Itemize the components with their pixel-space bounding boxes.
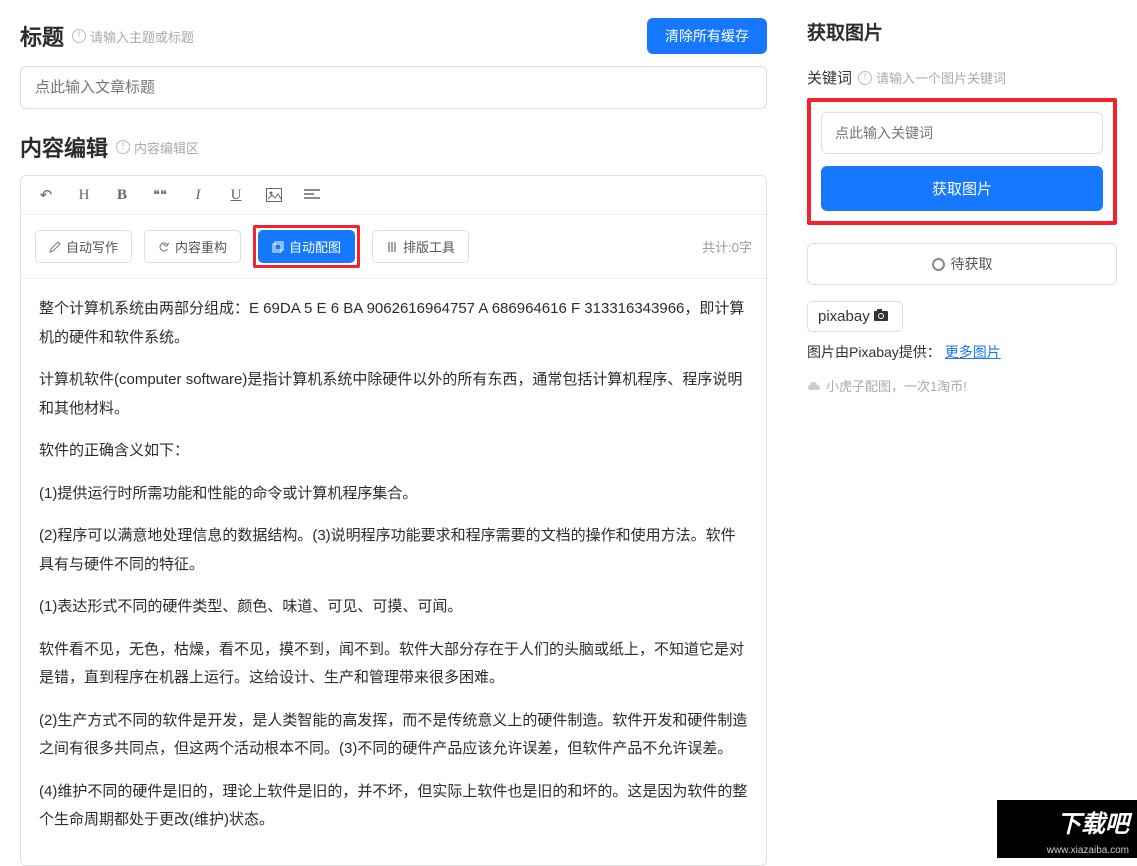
auto-image-label: 自动配图 <box>289 237 341 256</box>
align-left-icon <box>304 189 320 201</box>
content-label: 内容编辑 <box>20 131 108 163</box>
pending-button[interactable]: 待获取 <box>807 243 1117 285</box>
layout-tool-button[interactable]: 排版工具 <box>372 230 469 263</box>
layers-icon <box>272 241 284 253</box>
pending-label: 待获取 <box>951 254 993 274</box>
image-button[interactable] <box>263 188 285 202</box>
watermark: 下载吧 www.xiazaiba.com <box>997 800 1137 860</box>
pixabay-badge: pixabay <box>807 301 903 332</box>
sidebar-title: 获取图片 <box>807 18 1117 45</box>
content-hint: ! 内容编辑区 <box>116 138 199 157</box>
keyword-label: 关键词 <box>807 67 852 88</box>
article-title-input[interactable] <box>20 66 767 109</box>
bold-button[interactable]: B <box>111 187 133 204</box>
action-toolbar: 自动写作 内容重构 自动配图 排版工具 共计:0字 <box>21 215 766 279</box>
info-icon: ! <box>858 71 872 85</box>
paragraph: 软件看不见，无色，枯燥，看不见，摸不到，闻不到。软件大部分存在于人们的头脑或纸上… <box>39 636 748 693</box>
cloud-icon <box>807 380 821 392</box>
heading-button[interactable]: H <box>73 187 95 204</box>
keyword-label-row: 关键词 ! 请输入一个图片关键词 <box>807 67 1117 88</box>
paragraph: 整个计算机系统由两部分组成：E 69DA 5 E 6 BA 9062616964… <box>39 295 748 352</box>
content-header-row: 内容编辑 ! 内容编辑区 <box>20 131 767 163</box>
auto-image-button[interactable]: 自动配图 <box>258 230 355 263</box>
align-button[interactable] <box>301 189 323 201</box>
editor-body[interactable]: 整个计算机系统由两部分组成：E 69DA 5 E 6 BA 9062616964… <box>21 279 766 865</box>
keyword-hint-text: 请输入一个图片关键词 <box>876 68 1006 87</box>
paragraph: (2)程序可以满意地处理信息的数据结构。(3)说明程序功能要求和程序需要的文档的… <box>39 522 748 579</box>
layout-tool-label: 排版工具 <box>403 237 455 256</box>
title-hint: ! 请输入主题或标题 <box>72 27 194 46</box>
word-count: 共计:0字 <box>702 237 752 256</box>
credit-row: 图片由Pixabay提供： 更多图片 <box>807 342 1117 362</box>
underline-button[interactable]: U <box>225 187 247 204</box>
camera-icon <box>874 308 892 325</box>
clear-cache-button[interactable]: 清除所有缓存 <box>647 18 767 54</box>
pencil-icon <box>49 241 61 253</box>
info-icon: ! <box>116 140 130 154</box>
paragraph: (2)生产方式不同的软件是开发，是人类智能的高发挥，而不是传统意义上的硬件制造。… <box>39 707 748 764</box>
keyword-hint: ! 请输入一个图片关键词 <box>858 68 1006 87</box>
keyword-input[interactable] <box>821 112 1103 154</box>
brand-note: 小虎子配图，一次1淘币! <box>807 376 1117 395</box>
quote-button[interactable]: ❝❝ <box>149 187 171 203</box>
credit-prefix: 图片由Pixabay提供： <box>807 344 941 360</box>
title-hint-text: 请输入主题或标题 <box>90 27 194 46</box>
paragraph: 计算机软件(computer software)是指计算机系统中除硬件以外的所有… <box>39 366 748 423</box>
more-images-link[interactable]: 更多图片 <box>945 344 1001 360</box>
format-toolbar: ↶ H B ❝❝ I U <box>21 176 766 215</box>
circle-icon <box>932 258 945 271</box>
content-rebuild-label: 内容重构 <box>175 237 227 256</box>
brand-note-text: 小虎子配图，一次1淘币! <box>826 376 967 395</box>
content-rebuild-button[interactable]: 内容重构 <box>144 230 241 263</box>
watermark-brand: 下载吧 <box>997 800 1137 843</box>
watermark-url: www.xiazaiba.com <box>997 843 1137 858</box>
refresh-icon <box>158 241 170 253</box>
auto-image-highlight: 自动配图 <box>253 225 360 268</box>
sidebar-panel: 获取图片 关键词 ! 请输入一个图片关键词 获取图片 待获取 pixabay 图… <box>787 0 1137 860</box>
fetch-image-button[interactable]: 获取图片 <box>821 166 1103 211</box>
auto-write-button[interactable]: 自动写作 <box>35 230 132 263</box>
paragraph: (1)提供运行时所需功能和性能的命令或计算机程序集合。 <box>39 480 748 509</box>
main-panel: 标题 ! 请输入主题或标题 清除所有缓存 内容编辑 ! 内容编辑区 ↶ H B … <box>0 0 787 860</box>
paragraph: 软件的正确含义如下： <box>39 437 748 466</box>
title-label: 标题 <box>20 20 64 52</box>
keyword-highlight-box: 获取图片 <box>807 98 1117 225</box>
italic-button[interactable]: I <box>187 187 209 204</box>
tool-icon <box>386 241 398 253</box>
title-header-row: 标题 ! 请输入主题或标题 清除所有缓存 <box>20 18 767 54</box>
editor-container: ↶ H B ❝❝ I U 自动写作 <box>20 175 767 866</box>
paragraph: (4)维护不同的硬件是旧的，理论上软件是旧的，并不坏，但实际上软件也是旧的和坏的… <box>39 778 748 835</box>
undo-button[interactable]: ↶ <box>35 186 57 204</box>
content-hint-text: 内容编辑区 <box>134 138 199 157</box>
pixabay-text: pixabay <box>818 308 870 325</box>
paragraph: (1)表达形式不同的硬件类型、颜色、味道、可见、可摸、可闻。 <box>39 593 748 622</box>
auto-write-label: 自动写作 <box>66 237 118 256</box>
image-icon <box>266 188 282 202</box>
info-icon: ! <box>72 29 86 43</box>
